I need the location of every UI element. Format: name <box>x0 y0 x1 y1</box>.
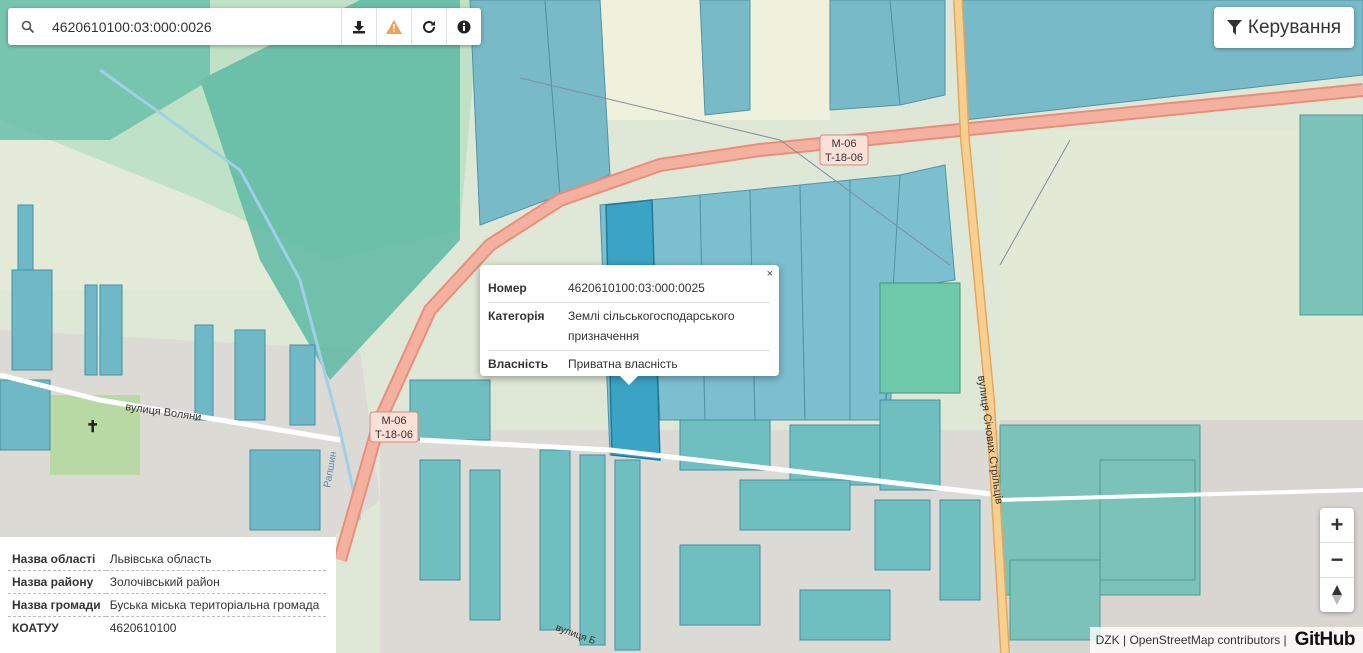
search-bar <box>8 8 481 45</box>
info-value: Буська міська територіальна громада <box>105 593 326 617</box>
attribution: DZK | OpenStreetMap contributors | GitHu… <box>1089 627 1363 653</box>
svg-text:M-06: M-06 <box>831 138 856 150</box>
zoom-in-button[interactable]: + <box>1320 508 1354 543</box>
info-row: Назва громади Буська міська територіальн… <box>8 593 326 617</box>
info-key: КОАТУУ <box>12 621 59 635</box>
attribution-dzk-link[interactable]: DZK <box>1096 633 1120 647</box>
github-logo[interactable]: GitHub <box>1295 629 1356 651</box>
info-row: Назва району Золочівський район <box>8 570 326 594</box>
info-value: Львівська область <box>105 548 326 571</box>
attribution-osm-link[interactable]: OpenStreetMap contributors <box>1129 633 1280 647</box>
popup-key: Категорія <box>488 302 568 351</box>
church-icon: ✝ <box>86 419 99 436</box>
search-icon[interactable] <box>8 20 48 34</box>
svg-text:T-18-06: T-18-06 <box>825 152 863 164</box>
info-key: Назва громади <box>8 593 106 617</box>
control-button[interactable]: Керування <box>1214 7 1354 48</box>
popup-value: Землі сільськогосподарського призначення <box>568 302 770 351</box>
popup-key: Власність <box>488 357 549 371</box>
region-info-panel: Назва області Львівська область Назва ра… <box>0 537 336 653</box>
popup-key: Номер <box>488 275 568 303</box>
search-input[interactable] <box>48 11 341 42</box>
popup-row: Номер 4620610100:03:000:0025 <box>488 275 770 303</box>
compass-icon <box>1332 585 1342 605</box>
svg-text:M-06: M-06 <box>381 415 406 427</box>
warning-button[interactable] <box>376 8 411 45</box>
refresh-button[interactable] <box>411 8 446 45</box>
info-row: КОАТУУ 4620610100 <box>8 617 326 640</box>
popup-row: Власність Приватна власність <box>488 351 770 379</box>
info-value: 4620610100 <box>109 621 177 635</box>
info-icon <box>457 20 471 33</box>
refresh-icon <box>423 20 435 33</box>
attribution-separator: | <box>1283 633 1287 647</box>
download-icon <box>353 20 365 33</box>
reset-bearing-button[interactable] <box>1320 578 1354 612</box>
road-shield-north: M-06 T-18-06 <box>819 134 869 166</box>
popup-tip <box>619 375 639 385</box>
warning-icon <box>386 19 402 34</box>
zoom-out-button[interactable]: − <box>1320 543 1354 578</box>
road-shield-west: M-06 T-18-06 <box>369 411 419 443</box>
info-button[interactable] <box>446 8 481 45</box>
popup-value: 4620610100:03:000:0025 <box>568 275 770 303</box>
svg-text:T-18-06: T-18-06 <box>375 429 413 441</box>
download-button[interactable] <box>341 8 376 45</box>
parcel-popup: × Номер 4620610100:03:000:0025 Категорія… <box>480 265 779 385</box>
info-row: Назва області Львівська область <box>8 548 326 571</box>
zoom-control: + − <box>1320 508 1354 612</box>
popup-value: Приватна власність <box>568 357 678 371</box>
control-label: Керування <box>1247 16 1342 38</box>
info-key: Назва району <box>8 570 106 594</box>
info-value: Золочівський район <box>105 570 326 594</box>
info-key: Назва області <box>8 548 106 571</box>
filter-icon <box>1226 20 1242 35</box>
popup-row: Категорія Землі сільськогосподарського п… <box>488 302 770 351</box>
attribution-separator: | <box>1122 633 1127 647</box>
